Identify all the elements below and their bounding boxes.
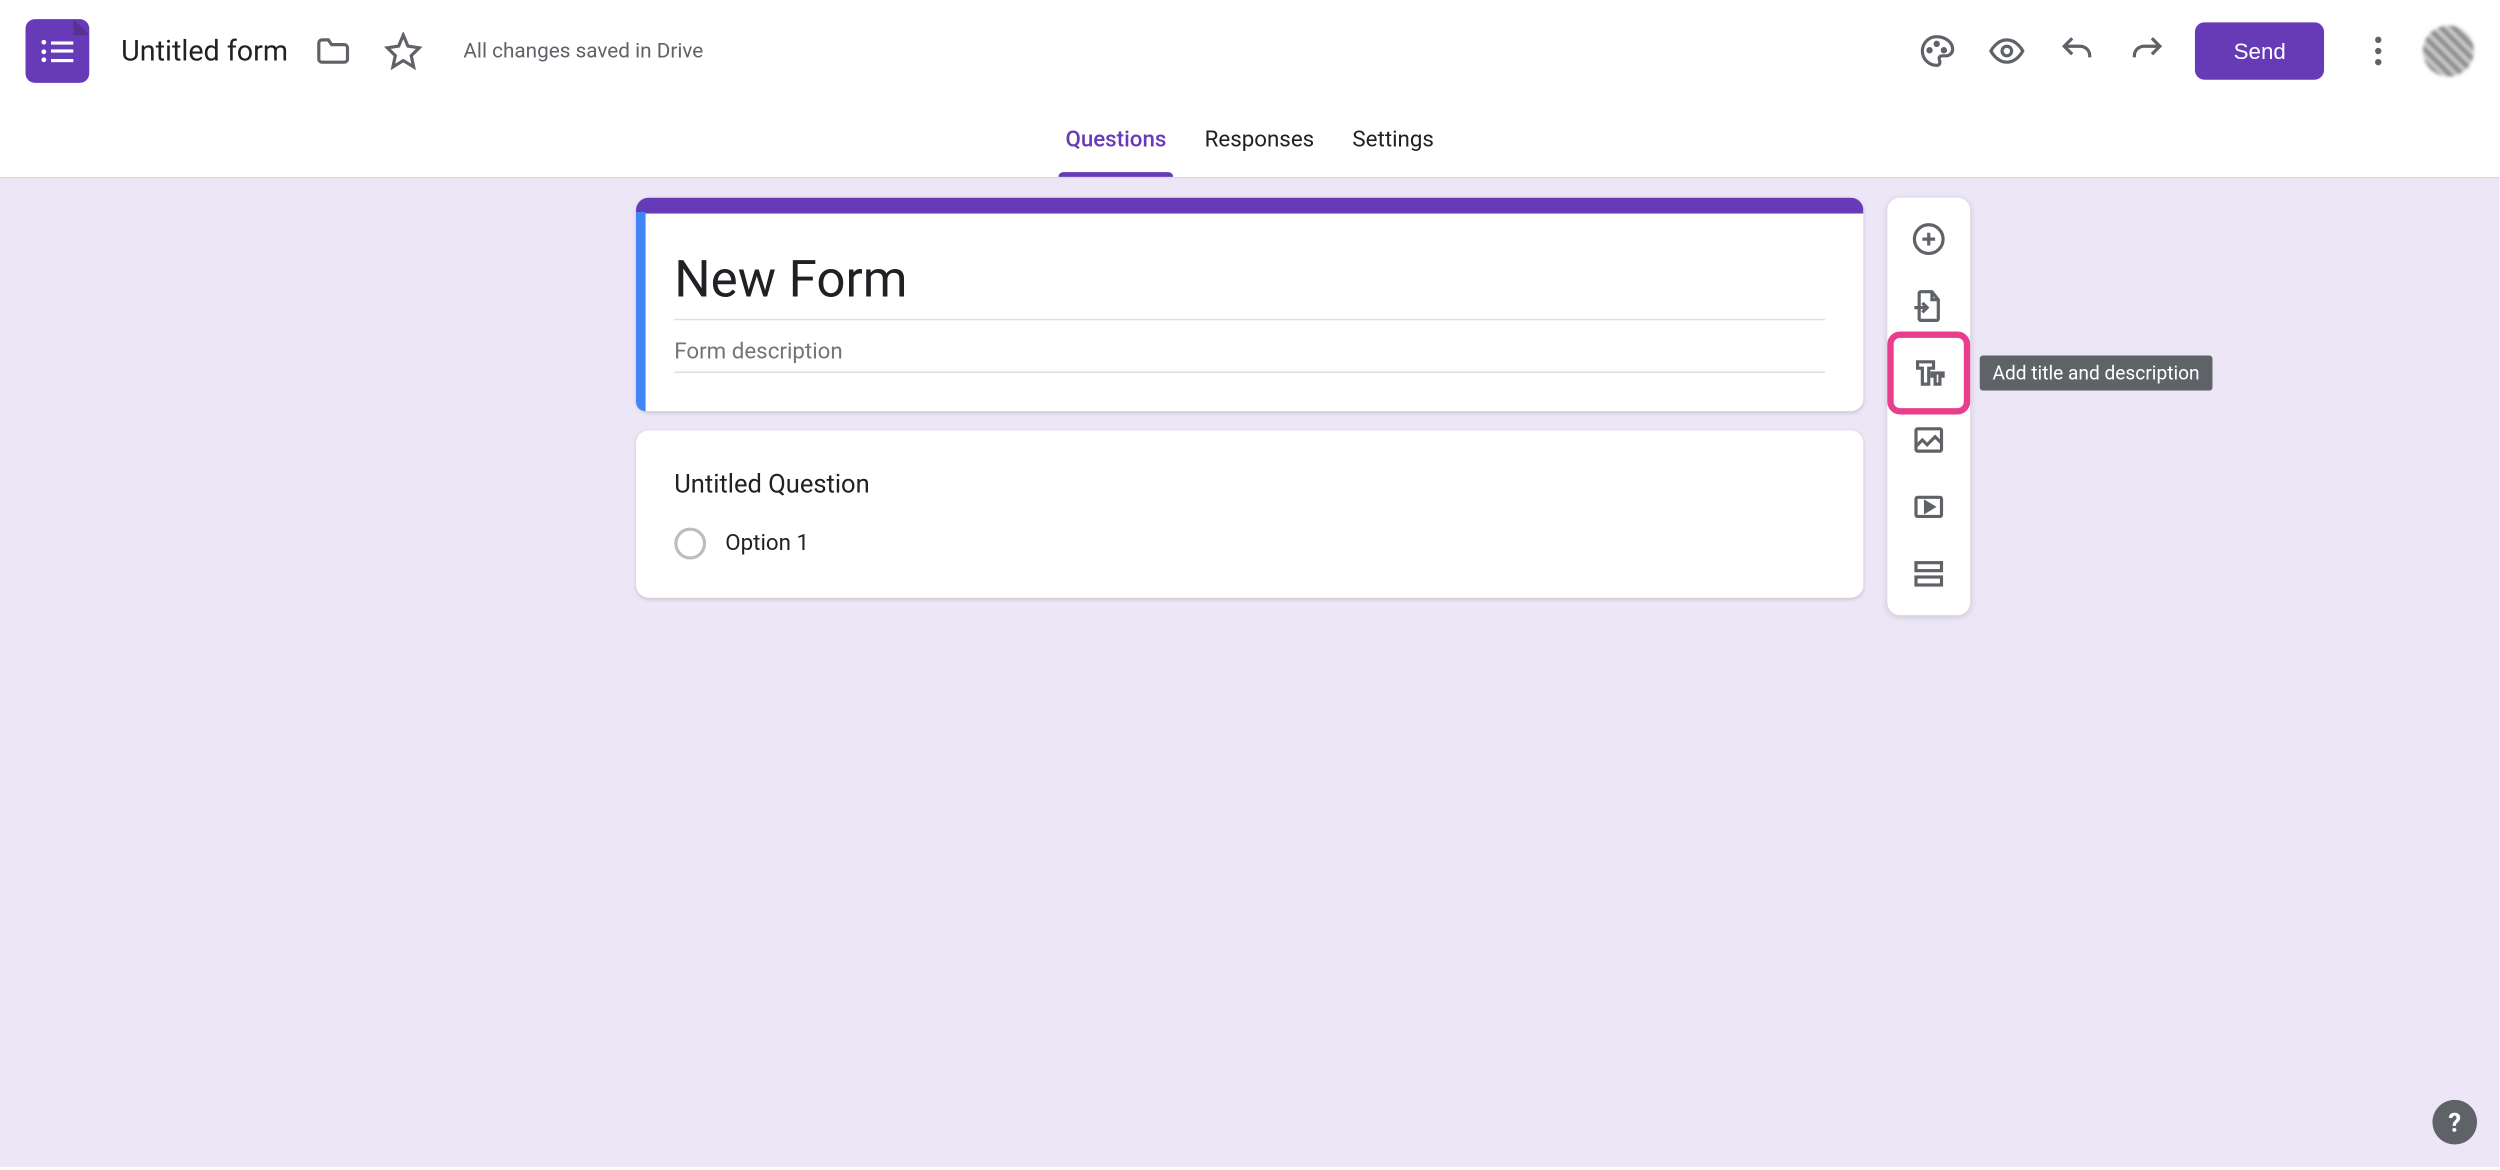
save-status: All changes saved in Drive — [463, 39, 703, 63]
question-title[interactable]: Untitled Question — [674, 469, 1825, 499]
send-button[interactable]: Send — [2195, 22, 2324, 79]
question-card[interactable]: Untitled Question Option 1 — [636, 430, 1863, 597]
radio-icon — [674, 528, 706, 560]
redo-button[interactable] — [2116, 19, 2180, 83]
file-import-icon — [1910, 287, 1948, 325]
preview-button[interactable] — [1975, 19, 2039, 83]
forms-logo[interactable] — [26, 19, 90, 83]
undo-button[interactable] — [2046, 19, 2110, 83]
video-icon — [1910, 488, 1948, 526]
more-menu-button[interactable] — [2346, 19, 2410, 83]
tab-questions[interactable]: Questions — [1046, 102, 1185, 177]
star-button[interactable] — [371, 19, 435, 83]
customize-theme-button[interactable] — [1905, 19, 1969, 83]
form-title-input[interactable] — [674, 249, 1825, 321]
help-button[interactable]: ? — [2432, 1100, 2477, 1145]
main-tabs: Questions Responses Settings — [0, 102, 2499, 179]
folder-icon — [314, 32, 352, 70]
form-header-card[interactable] — [636, 198, 1863, 412]
add-title-description-button[interactable]: Add title and description — [1897, 341, 1961, 405]
tab-responses[interactable]: Responses — [1185, 102, 1333, 177]
document-title[interactable]: Untitled form — [115, 31, 295, 71]
import-questions-button[interactable] — [1897, 274, 1961, 338]
section-icon — [1910, 555, 1948, 593]
text-icon — [1910, 354, 1948, 392]
add-video-button[interactable] — [1897, 475, 1961, 539]
add-question-button[interactable] — [1897, 207, 1961, 271]
tab-settings[interactable]: Settings — [1333, 102, 1453, 177]
option-row: Option 1 — [674, 528, 1825, 560]
move-to-folder-button[interactable] — [301, 19, 365, 83]
form-description-input[interactable] — [674, 320, 1825, 373]
image-icon — [1910, 421, 1948, 459]
undo-icon — [2058, 32, 2096, 70]
option-label[interactable]: Option 1 — [725, 531, 809, 557]
tooltip: Add title and description — [1980, 355, 2213, 390]
add-image-button[interactable] — [1897, 408, 1961, 472]
plus-circle-icon — [1910, 220, 1948, 258]
app-header: Untitled form All changes saved in Drive… — [0, 0, 2499, 102]
star-icon — [384, 32, 422, 70]
eye-icon — [1988, 32, 2026, 70]
palette-icon — [1918, 32, 1956, 70]
account-avatar[interactable] — [2423, 26, 2474, 77]
editor-canvas: Untitled Question Option 1 Add title and… — [0, 179, 2499, 1167]
redo-icon — [2128, 32, 2166, 70]
more-vert-icon — [2359, 32, 2397, 70]
add-section-button[interactable] — [1897, 542, 1961, 606]
question-toolbar: Add title and description — [1887, 198, 1970, 616]
